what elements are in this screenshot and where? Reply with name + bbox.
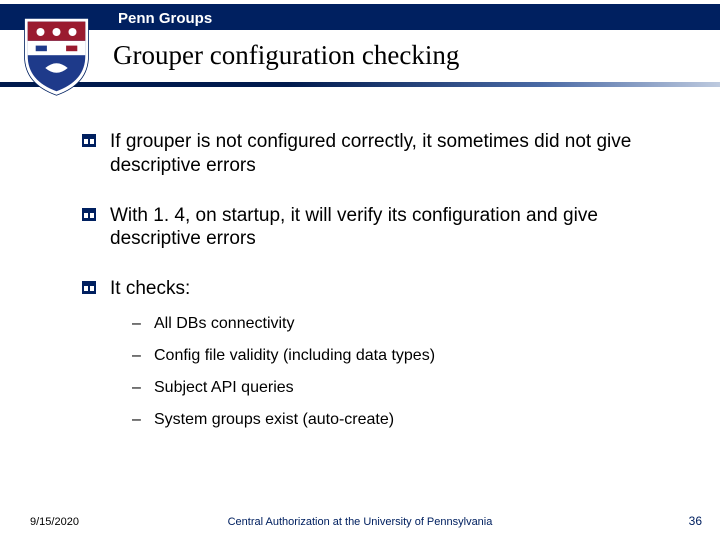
sub-bullet-item: – System groups exist (auto-create) (132, 411, 690, 429)
window-bullet-icon (82, 281, 96, 295)
penn-shield-logo (14, 12, 99, 100)
slide: Penn Groups Grouper configuration checki… (0, 0, 720, 540)
page-number: 36 (689, 514, 702, 528)
bullet-item: If grouper is not configured correctly, … (82, 130, 690, 178)
header-bar: Penn Groups (0, 4, 720, 30)
sub-bullet-text: System groups exist (auto-create) (154, 411, 394, 429)
bullet-item: With 1. 4, on startup, it will verify it… (82, 204, 690, 252)
content-area: If grouper is not configured correctly, … (82, 130, 690, 437)
window-bullet-icon (82, 134, 96, 148)
slide-title: Grouper configuration checking (113, 40, 459, 71)
dash-icon: – (132, 315, 146, 333)
bullet-text: If grouper is not configured correctly, … (110, 130, 690, 178)
sub-bullet-text: All DBs connectivity (154, 315, 295, 333)
bullet-text: It checks: (110, 277, 190, 301)
title-underline (0, 82, 720, 87)
sub-bullet-item: – Config file validity (including data t… (132, 347, 690, 365)
dash-icon: – (132, 411, 146, 429)
sub-bullet-item: – Subject API queries (132, 379, 690, 397)
brand-label: Penn Groups (118, 10, 212, 27)
sub-bullet-list: – All DBs connectivity – Config file val… (132, 315, 690, 429)
bullet-text: With 1. 4, on startup, it will verify it… (110, 204, 690, 252)
sub-bullet-text: Subject API queries (154, 379, 294, 397)
dash-icon: – (132, 379, 146, 397)
footer-caption: Central Authorization at the University … (0, 516, 720, 528)
window-bullet-icon (82, 208, 96, 222)
bullet-item: It checks: (82, 277, 690, 301)
sub-bullet-text: Config file validity (including data typ… (154, 347, 435, 365)
dash-icon: – (132, 347, 146, 365)
sub-bullet-item: – All DBs connectivity (132, 315, 690, 333)
